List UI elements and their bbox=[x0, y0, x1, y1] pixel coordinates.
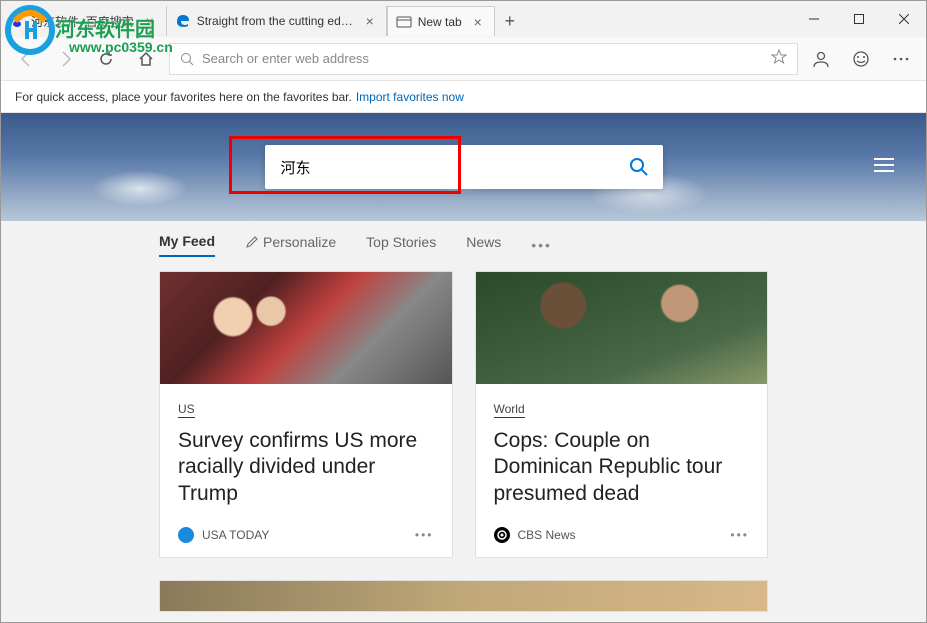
search-box[interactable] bbox=[265, 145, 663, 189]
feed-nav: My Feed Personalize Top Stories News ••• bbox=[1, 233, 926, 265]
more-button[interactable] bbox=[884, 42, 918, 76]
hero-menu-icon[interactable] bbox=[874, 157, 894, 178]
favorites-bar: For quick access, place your favorites h… bbox=[1, 81, 926, 113]
feed-grid: US Survey confirms US more racially divi… bbox=[1, 265, 926, 558]
close-icon[interactable]: × bbox=[362, 13, 378, 29]
import-favorites-link[interactable]: Import favorites now bbox=[356, 90, 464, 104]
tab-0[interactable]: 河东软件_百度搜索 × bbox=[1, 6, 167, 36]
news-card-partial[interactable] bbox=[159, 580, 768, 612]
source-icon bbox=[178, 527, 194, 543]
navbar: Search or enter web address bbox=[1, 37, 926, 81]
card-image bbox=[160, 272, 452, 384]
close-icon[interactable]: × bbox=[470, 14, 486, 30]
titlebar: 河东软件_百度搜索 × Straight from the cutting ed… bbox=[1, 1, 926, 37]
home-button[interactable] bbox=[129, 42, 163, 76]
card-title: Cops: Couple on Dominican Republic tour … bbox=[494, 428, 750, 507]
maximize-button[interactable] bbox=[836, 1, 881, 37]
favbar-text: For quick access, place your favorites h… bbox=[15, 90, 352, 104]
card-more-icon[interactable]: ••• bbox=[415, 528, 434, 542]
newtab-icon bbox=[396, 14, 412, 30]
edge-icon bbox=[175, 13, 191, 29]
card-title: Survey confirms US more racially divided… bbox=[178, 428, 434, 507]
pencil-icon bbox=[245, 235, 259, 249]
hero-section bbox=[1, 113, 926, 221]
tab-title: New tab bbox=[418, 15, 462, 29]
news-card-1[interactable]: World Cops: Couple on Dominican Republic… bbox=[475, 271, 769, 558]
search-submit-icon[interactable] bbox=[615, 156, 663, 178]
source-icon bbox=[494, 527, 510, 543]
tab-title: Straight from the cutting edge bbox=[197, 14, 354, 28]
feedback-button[interactable] bbox=[844, 42, 878, 76]
card-category[interactable]: US bbox=[178, 402, 195, 418]
navtab-topstories[interactable]: Top Stories bbox=[366, 234, 436, 256]
content-area: My Feed Personalize Top Stories News •••… bbox=[1, 221, 926, 612]
card-category[interactable]: World bbox=[494, 402, 525, 418]
news-card-0[interactable]: US Survey confirms US more racially divi… bbox=[159, 271, 453, 558]
card-image bbox=[476, 272, 768, 384]
close-icon[interactable]: × bbox=[142, 13, 158, 29]
address-bar[interactable]: Search or enter web address bbox=[169, 43, 798, 75]
new-tab-button[interactable]: + bbox=[495, 11, 525, 32]
tab-title: 河东软件_百度搜索 bbox=[31, 13, 134, 30]
navtab-personalize[interactable]: Personalize bbox=[245, 234, 336, 256]
search-input[interactable] bbox=[265, 159, 615, 176]
navtab-news[interactable]: News bbox=[466, 234, 501, 256]
profile-button[interactable] bbox=[804, 42, 838, 76]
close-button[interactable] bbox=[881, 1, 926, 37]
tabstrip: 河东软件_百度搜索 × Straight from the cutting ed… bbox=[1, 1, 791, 37]
back-button[interactable] bbox=[9, 42, 43, 76]
tab-1[interactable]: Straight from the cutting edge × bbox=[167, 6, 387, 36]
baidu-icon bbox=[9, 13, 25, 29]
address-placeholder: Search or enter web address bbox=[202, 51, 369, 66]
tab-2[interactable]: New tab × bbox=[387, 6, 495, 36]
navtab-more[interactable]: ••• bbox=[531, 237, 552, 253]
card-source: CBS News bbox=[518, 528, 576, 542]
favorite-star-icon[interactable] bbox=[771, 49, 787, 68]
window-controls bbox=[791, 1, 926, 37]
card-more-icon[interactable]: ••• bbox=[730, 528, 749, 542]
refresh-button[interactable] bbox=[89, 42, 123, 76]
minimize-button[interactable] bbox=[791, 1, 836, 37]
navtab-myfeed[interactable]: My Feed bbox=[159, 233, 215, 257]
card-source: USA TODAY bbox=[202, 528, 269, 542]
forward-button[interactable] bbox=[49, 42, 83, 76]
search-icon bbox=[180, 52, 194, 66]
